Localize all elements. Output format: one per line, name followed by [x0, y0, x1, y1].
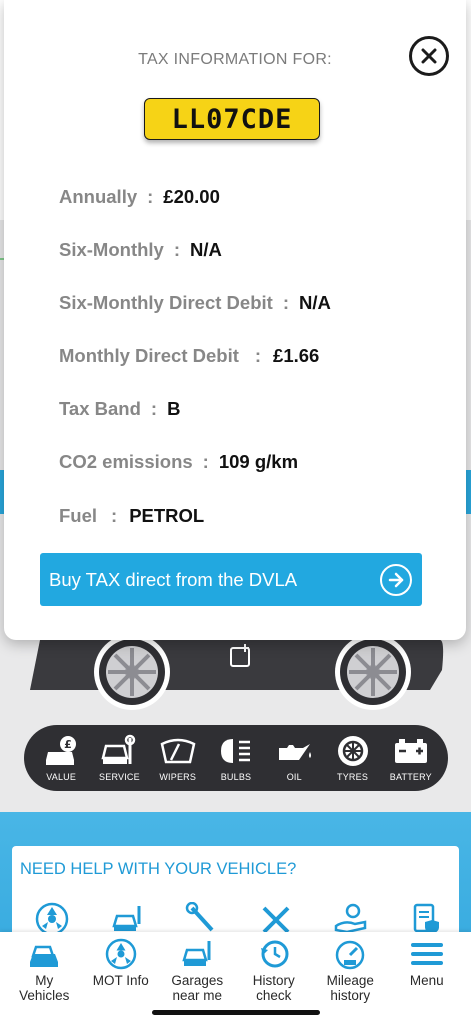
service-label: VALUE [46, 772, 77, 782]
service-label: OIL [286, 772, 302, 782]
service-label: BULBS [220, 772, 252, 782]
arrow-right-icon [380, 563, 412, 596]
row-value: 109 g/km [218, 451, 299, 472]
tools-icon[interactable] [258, 902, 294, 936]
service-battery-button[interactable]: BATTERY [383, 734, 439, 782]
help-icons [34, 902, 444, 936]
mileage-icon [336, 940, 365, 970]
service-value-button[interactable]: £ VALUE [33, 734, 89, 782]
tax-row-monthly-dd: Monthly Direct Debit: £1.66 [59, 345, 319, 367]
tab-menu[interactable]: Menu [390, 938, 464, 1024]
wrench-icon[interactable] [184, 902, 220, 936]
row-label: Six-Monthly Direct Debit [59, 292, 273, 313]
tab-label: Mileage history [326, 973, 374, 1003]
mot-badge-icon[interactable] [34, 902, 70, 936]
row-value: PETROL [129, 505, 205, 526]
row-label: Fuel [59, 505, 98, 526]
row-separator: : [147, 186, 154, 207]
service-label: BATTERY [389, 772, 432, 782]
rear-wheel [335, 634, 411, 710]
row-separator: : [150, 398, 158, 419]
row-separator: : [202, 451, 209, 472]
hand-money-icon[interactable] [333, 902, 369, 936]
number-plate: LL07CDE [144, 98, 320, 140]
tab-my-vehicles[interactable]: My Vehicles [7, 938, 81, 1024]
row-separator: : [282, 292, 289, 313]
repair-car-icon[interactable] [109, 902, 145, 936]
service-oil-button[interactable]: OIL [266, 734, 322, 782]
row-value: £1.66 [273, 345, 320, 366]
service-label: SERVICE [99, 772, 140, 782]
service-icon [101, 734, 136, 764]
tax-row-fuel: Fuel: PETROL [59, 505, 204, 527]
tax-row-tax-band: Tax Band: B [59, 398, 180, 420]
tab-label: MOT Info [92, 973, 149, 988]
tab-label: My Vehicles [19, 973, 70, 1003]
tab-label: Menu [409, 973, 444, 988]
row-label: Six-Monthly [59, 239, 164, 260]
tyres-icon [337, 736, 368, 766]
tab-mot-info[interactable]: MOT Info [84, 938, 158, 1024]
wipers-icon [160, 738, 196, 764]
service-wipers-button[interactable]: WIPERS [150, 734, 206, 782]
tab-label: Garages near me [171, 973, 224, 1003]
mot-icon [105, 938, 136, 970]
front-wheel [94, 634, 170, 710]
close-button[interactable] [409, 36, 449, 76]
row-label: Annually [59, 186, 138, 207]
buy-tax-label: Buy TAX direct from the DVLA [49, 568, 298, 590]
svg-text:£: £ [64, 738, 72, 751]
document-shield-icon[interactable] [408, 902, 444, 936]
history-icon [260, 940, 289, 968]
row-separator: : [254, 345, 262, 366]
tax-info-modal: TAX INFORMATION FOR: LL07CDE Annually: £2… [4, 0, 466, 640]
service-bulbs-button[interactable]: BULBS [208, 734, 264, 782]
row-value: £20.00 [163, 186, 220, 207]
tab-label: History check [252, 973, 295, 1003]
service-label: TYRES [337, 772, 369, 782]
oil-icon [279, 744, 312, 760]
tax-row-annually: Annually: £20.00 [59, 186, 220, 208]
row-label: CO2 emissions [59, 451, 193, 472]
menu-icon [410, 943, 443, 965]
modal-title: TAX INFORMATION FOR: [138, 51, 332, 68]
value-icon: £ [46, 736, 77, 765]
home-indicator [152, 1010, 320, 1015]
service-label: WIPERS [159, 772, 197, 782]
bulbs-icon [220, 739, 250, 763]
tax-row-co2: CO2 emissions:109 g/km [59, 451, 298, 473]
cars-icon [30, 945, 59, 967]
help-title: NEED HELP WITH YOUR VEHICLE? [20, 860, 297, 878]
close-icon [421, 48, 437, 64]
garage-icon [182, 941, 211, 966]
row-value: N/A [190, 239, 222, 260]
service-toolbar: £ VALUE SERVICE WIPERS BULBS OIL TYRES B… [24, 725, 448, 791]
row-separator: : [173, 239, 181, 260]
tax-row-six-monthly-dd: Six-Monthly Direct Debit: N/A [59, 292, 331, 314]
buy-tax-button[interactable]: Buy TAX direct from the DVLA [40, 553, 422, 606]
row-label: Monthly Direct Debit [59, 345, 239, 366]
row-value: N/A [298, 292, 331, 313]
battery-icon [394, 739, 427, 763]
row-separator: : [111, 505, 118, 526]
row-value: B [167, 398, 181, 419]
service-tyres-button[interactable]: TYRES [325, 734, 381, 782]
tax-row-six-monthly: Six-Monthly: N/A [59, 239, 222, 261]
row-label: Tax Band [59, 398, 141, 419]
service-service-button[interactable]: SERVICE [91, 734, 147, 782]
tab-mileage-history[interactable]: Mileage history [313, 938, 387, 1024]
